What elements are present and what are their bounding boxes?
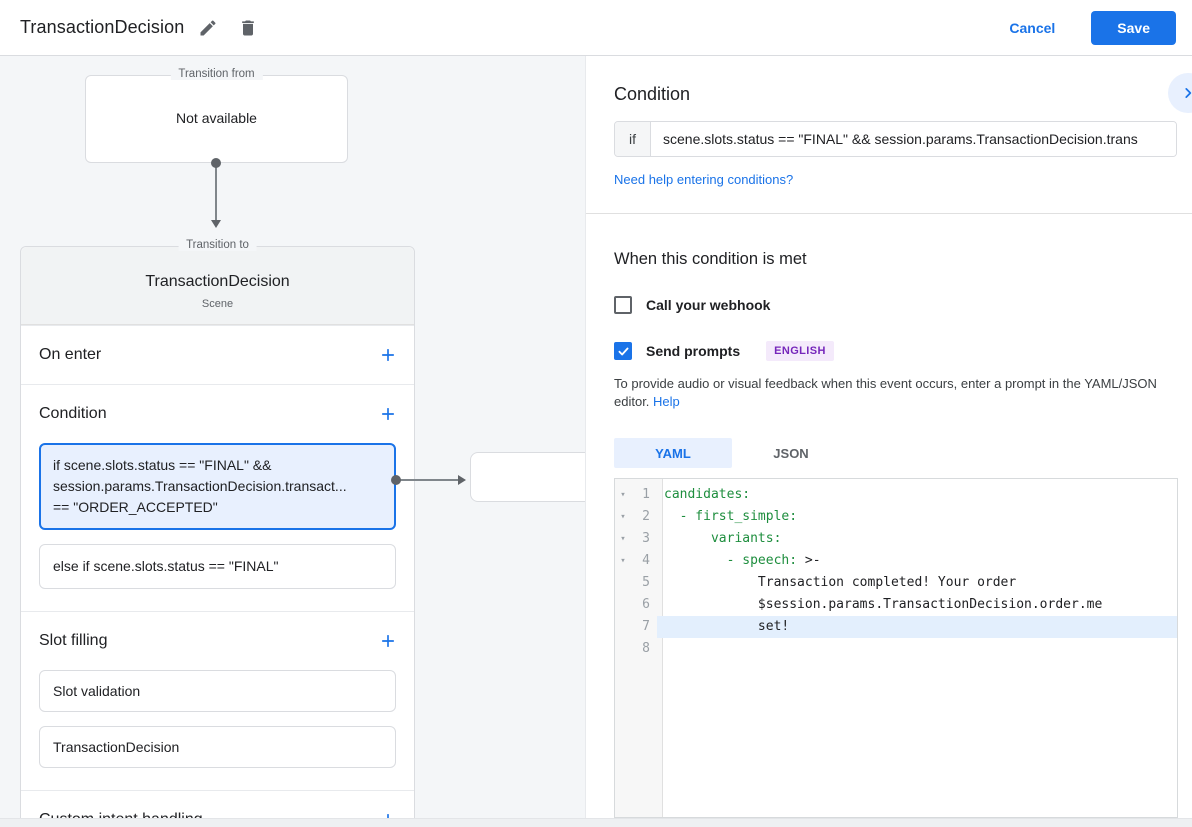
line-number: 2	[631, 506, 657, 528]
scene-flow-canvas: Transition from Not available Transition…	[0, 56, 585, 818]
fold-spacer	[615, 572, 631, 594]
transition-to-card: Transition to TransactionDecision Scene …	[20, 246, 415, 818]
editor-format-tabs: YAML JSON	[614, 438, 1177, 468]
fold-arrow-icon[interactable]: ▾	[615, 484, 631, 506]
transition-from-box: Transition from Not available	[85, 75, 348, 163]
cancel-button[interactable]: Cancel	[991, 12, 1073, 44]
fold-arrow-icon[interactable]: ▾	[615, 506, 631, 528]
connector-line-right	[399, 479, 458, 481]
section-on-enter: On enter	[21, 325, 414, 384]
line-number: 5	[631, 572, 657, 594]
scene-subtitle: Scene	[21, 298, 414, 310]
connector-dot	[391, 475, 401, 485]
line-number: 3	[631, 528, 657, 550]
section-slot-filling: Slot filling Slot validation TransactionD…	[21, 611, 414, 790]
code-line: - speech: >-	[657, 550, 1177, 572]
chevron-right-icon	[1181, 86, 1192, 100]
condition-label: Condition	[39, 405, 107, 423]
editor-line: 7 set!	[615, 616, 1177, 638]
section-condition: Condition if scene.slots.status == "FINA…	[21, 384, 414, 611]
panel-title: Condition	[614, 84, 690, 104]
fold-arrow-icon[interactable]: ▾	[615, 550, 631, 572]
scene-title: TransactionDecision	[21, 273, 414, 291]
code-line: variants:	[657, 528, 1177, 550]
condition-input-group: if	[614, 121, 1177, 157]
condition-expression-input[interactable]	[651, 122, 1176, 156]
line-number: 1	[631, 484, 657, 506]
top-bar: TransactionDecision Cancel Save	[0, 0, 1192, 56]
editor-line: ▾4 - speech: >-	[615, 550, 1177, 572]
line-number: 7	[631, 616, 657, 638]
editor-lines: ▾1candidates:▾2 - first_simple:▾3 varian…	[615, 479, 1177, 660]
editor-line: 8	[615, 638, 1177, 660]
connector-dot	[211, 158, 221, 168]
add-custom-intent-button[interactable]	[376, 808, 400, 818]
edit-icon[interactable]	[192, 12, 224, 44]
add-on-enter-button[interactable]	[376, 343, 400, 367]
yaml-code-editor[interactable]: ▾1candidates:▾2 - first_simple:▾3 varian…	[614, 478, 1178, 818]
code-line: - first_simple:	[657, 506, 1177, 528]
code-line	[657, 638, 1177, 660]
transition-from-legend: Transition from	[170, 68, 262, 80]
condition-detail-panel: Condition if Need help entering conditio…	[585, 56, 1192, 818]
when-condition-met-title: When this condition is met	[614, 250, 1177, 269]
condition-items: if scene.slots.status == "FINAL" && sess…	[21, 443, 414, 611]
tab-json[interactable]: JSON	[732, 438, 850, 468]
code-line: $session.params.TransactionDecision.orde…	[657, 594, 1177, 616]
transition-from-value: Not available	[86, 110, 347, 126]
prompts-description: To provide audio or visual feedback when…	[614, 375, 1174, 411]
tab-yaml[interactable]: YAML	[614, 438, 732, 468]
delete-icon[interactable]	[232, 12, 264, 44]
fold-spacer	[615, 638, 631, 660]
editor-line: ▾3 variants:	[615, 528, 1177, 550]
add-slot-button[interactable]	[376, 629, 400, 653]
collapse-panel-button[interactable]	[1168, 73, 1192, 113]
help-link[interactable]: Help	[653, 394, 680, 409]
webhook-checkbox[interactable]	[614, 296, 632, 314]
editor-line: 6 $session.params.TransactionDecision.or…	[615, 594, 1177, 616]
check-icon	[617, 345, 630, 358]
code-line: set!	[657, 616, 1177, 638]
slot-items: Slot validation TransactionDecision	[21, 670, 414, 790]
condition-item[interactable]: if scene.slots.status == "FINAL" && sess…	[39, 443, 396, 530]
section-custom-intent: Custom intent handling	[21, 790, 414, 818]
fold-spacer	[615, 594, 631, 616]
save-button[interactable]: Save	[1091, 11, 1176, 45]
line-number: 4	[631, 550, 657, 572]
next-scene-box[interactable]	[470, 452, 585, 502]
code-line: Transaction completed! Your order	[657, 572, 1177, 594]
prompts-description-text: To provide audio or visual feedback when…	[614, 376, 1157, 409]
arrow-down-icon	[211, 220, 221, 228]
editor-line: ▾2 - first_simple:	[615, 506, 1177, 528]
fold-arrow-icon[interactable]: ▾	[615, 528, 631, 550]
transition-to-legend: Transition to	[178, 239, 257, 251]
arrow-right-icon	[458, 475, 466, 485]
line-number: 8	[631, 638, 657, 660]
fold-spacer	[615, 616, 631, 638]
add-condition-button[interactable]	[376, 402, 400, 426]
connector-line-down	[215, 166, 217, 220]
if-label: if	[615, 122, 651, 156]
webhook-label: Call your webhook	[646, 297, 770, 313]
horizontal-scrollbar[interactable]	[0, 818, 1192, 827]
scene-card-header: TransactionDecision Scene	[21, 247, 414, 325]
custom-intent-label: Custom intent handling	[39, 811, 203, 818]
conditions-help-link[interactable]: Need help entering conditions?	[614, 172, 793, 187]
page-title: TransactionDecision	[20, 17, 184, 38]
slot-filling-label: Slot filling	[39, 632, 107, 650]
slot-item[interactable]: Slot validation	[39, 670, 396, 712]
line-number: 6	[631, 594, 657, 616]
on-enter-label: On enter	[39, 346, 101, 364]
send-prompts-checkbox[interactable]	[614, 342, 632, 360]
condition-item[interactable]: else if scene.slots.status == "FINAL"	[39, 544, 396, 589]
language-badge: ENGLISH	[766, 341, 834, 361]
slot-item[interactable]: TransactionDecision	[39, 726, 396, 768]
editor-line: 5 Transaction completed! Your order	[615, 572, 1177, 594]
editor-line: ▾1candidates:	[615, 484, 1177, 506]
scene-editor-page: TransactionDecision Cancel Save Transiti…	[0, 0, 1192, 827]
panel-divider	[586, 213, 1192, 214]
send-prompts-label: Send prompts	[646, 343, 740, 359]
code-line: candidates:	[657, 484, 1177, 506]
